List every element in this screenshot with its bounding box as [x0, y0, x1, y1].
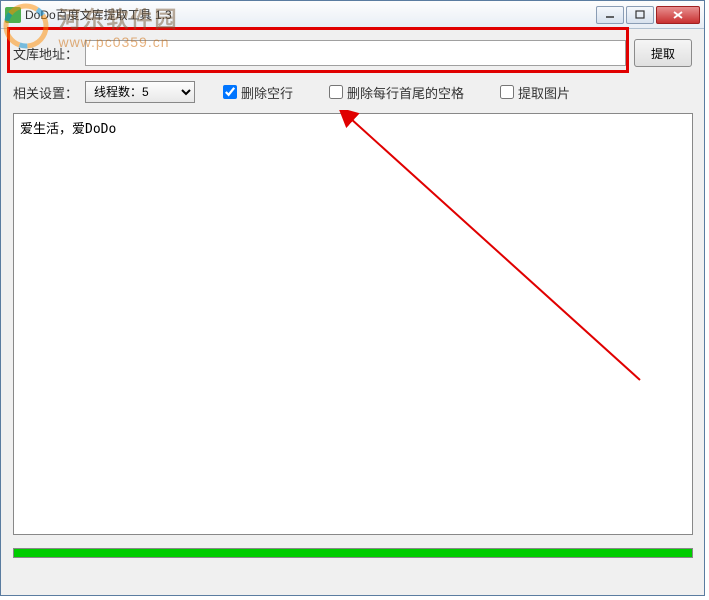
minimize-button[interactable] — [596, 6, 624, 24]
maximize-button[interactable] — [626, 6, 654, 24]
window-controls — [596, 6, 700, 24]
delete-empty-lines-label: 删除空行 — [241, 83, 293, 102]
app-icon — [5, 7, 21, 23]
progress-bar — [13, 548, 693, 558]
trim-spaces-label: 删除每行首尾的空格 — [347, 83, 464, 102]
titlebar: DoDo百度文库提取工具 1.3 — [1, 1, 704, 29]
thread-select[interactable]: 线程数：5 — [85, 81, 195, 103]
delete-empty-lines-group[interactable]: 删除空行 — [223, 83, 293, 102]
trim-spaces-group[interactable]: 删除每行首尾的空格 — [329, 83, 464, 102]
url-input[interactable] — [85, 40, 626, 66]
settings-row: 相关设置： 线程数：5 删除空行 删除每行首尾的空格 提取图片 — [13, 81, 692, 103]
url-row: 文库地址： 提取 — [13, 39, 692, 67]
client-area: 文库地址： 提取 相关设置： 线程数：5 删除空行 删除每行首尾的空格 提取图片 — [1, 29, 704, 568]
content-textarea[interactable]: 爱生活，爱DoDo — [13, 113, 693, 535]
trim-spaces-checkbox[interactable] — [329, 85, 343, 99]
delete-empty-lines-checkbox[interactable] — [223, 85, 237, 99]
extract-images-checkbox[interactable] — [500, 85, 514, 99]
extract-images-label: 提取图片 — [518, 83, 570, 102]
window-title: DoDo百度文库提取工具 1.3 — [25, 6, 596, 23]
close-button[interactable] — [656, 6, 700, 24]
url-label: 文库地址： — [13, 44, 85, 63]
settings-label: 相关设置： — [13, 83, 85, 102]
main-window: DoDo百度文库提取工具 1.3 文库地址： 提取 相关设置： 线程数：5 — [0, 0, 705, 596]
extract-button[interactable]: 提取 — [634, 39, 692, 67]
extract-images-group[interactable]: 提取图片 — [500, 83, 570, 102]
